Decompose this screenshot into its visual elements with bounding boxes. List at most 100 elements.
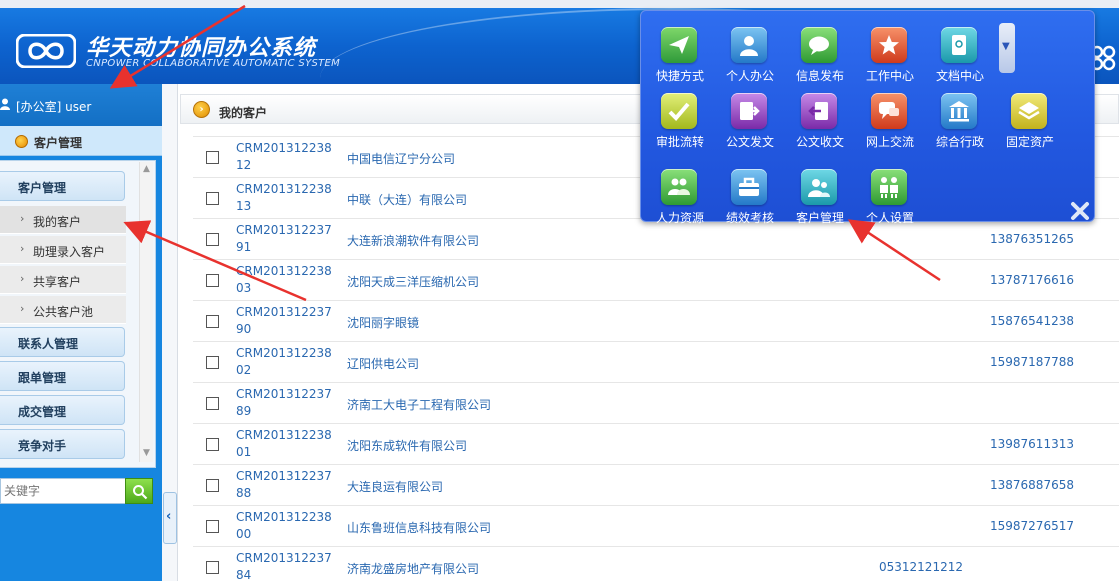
scroll-up-icon[interactable]: ▲ bbox=[143, 164, 150, 174]
crm-number[interactable]: CRM20131223812 bbox=[236, 140, 336, 174]
app-label: 个人设置 bbox=[865, 211, 914, 225]
phone-mobile: 15987276517 bbox=[990, 519, 1074, 533]
module-tab-customer[interactable]: 客户管理 bbox=[0, 126, 162, 156]
people-icon bbox=[661, 169, 697, 205]
app-doc-send[interactable]: 公文发文 bbox=[711, 93, 781, 159]
customer-name[interactable]: 沈阳天成三洋压缩机公司 bbox=[347, 273, 479, 290]
chevron-right-circle-icon: › bbox=[193, 101, 210, 118]
chevron-right-icon: › bbox=[20, 242, 25, 255]
menu-item-my-customers[interactable]: › 我的客户 bbox=[0, 206, 126, 234]
app-admin[interactable]: 综合行政 bbox=[921, 93, 991, 159]
customers-icon bbox=[801, 169, 837, 205]
menu-group-customer[interactable]: 客户管理 bbox=[0, 171, 125, 201]
app-fixed-assets[interactable]: 固定资产 bbox=[991, 93, 1061, 159]
launcher-scroll-button[interactable]: ▼ bbox=[999, 23, 1015, 73]
menu-item-public-pool[interactable]: › 公共客户池 bbox=[0, 296, 126, 324]
menu-group-label: 竞争对手 bbox=[18, 439, 67, 453]
app-personal-settings[interactable]: 个人设置 bbox=[851, 169, 921, 235]
crm-number[interactable]: CRM20131223803 bbox=[236, 263, 336, 297]
app-doc-receive[interactable]: 公文收文 bbox=[781, 93, 851, 159]
row-checkbox[interactable] bbox=[206, 479, 219, 492]
paper-plane-icon bbox=[661, 27, 697, 63]
app-personal-office[interactable]: 个人办公 bbox=[711, 27, 781, 93]
app-work-center[interactable]: 工作中心 bbox=[851, 27, 921, 93]
app-performance[interactable]: 绩效考核 bbox=[711, 169, 781, 235]
keyword-search-input[interactable] bbox=[1, 479, 121, 503]
crm-number[interactable]: CRM20131223802 bbox=[236, 345, 336, 379]
menu-item-label: 共享客户 bbox=[33, 275, 82, 289]
crm-number[interactable]: CRM20131223790 bbox=[236, 304, 336, 338]
search-button[interactable] bbox=[125, 478, 153, 504]
row-checkbox[interactable] bbox=[206, 315, 219, 328]
module-dot-icon bbox=[15, 135, 28, 148]
row-checkbox[interactable] bbox=[206, 192, 219, 205]
app-label: 工作中心 bbox=[865, 69, 914, 83]
app-label: 客户管理 bbox=[795, 211, 844, 225]
customer-name[interactable]: 济南工大电子工程有限公司 bbox=[347, 396, 491, 413]
app-customer-management[interactable]: 客户管理 bbox=[781, 169, 851, 235]
menu-group-deals[interactable]: 成交管理 bbox=[0, 395, 125, 425]
app-label: 公文收文 bbox=[795, 135, 844, 149]
header-top-strip bbox=[0, 0, 1119, 8]
document-icon bbox=[941, 27, 977, 63]
row-checkbox[interactable] bbox=[206, 561, 219, 574]
row-checkbox[interactable] bbox=[206, 356, 219, 369]
app-subtitle: CNPOWER COLLABORATIVE AUTOMATIC SYSTEM bbox=[86, 58, 341, 69]
menu-group-label: 联系人管理 bbox=[18, 337, 79, 351]
menu-group-competitors[interactable]: 竞争对手 bbox=[0, 429, 125, 459]
app-document-center[interactable]: 文档中心 bbox=[921, 27, 991, 93]
user-bar[interactable]: [办公室] user bbox=[0, 84, 162, 126]
app-label: 网上交流 bbox=[865, 135, 914, 149]
table-row: CRM20131223802 辽阳供电公司 15987187788 bbox=[193, 342, 1119, 383]
customer-name[interactable]: 中国电信辽宁分公司 bbox=[347, 150, 455, 167]
app-online-exchange[interactable]: 网上交流 bbox=[851, 93, 921, 159]
phone-mobile: 15876541238 bbox=[990, 314, 1074, 328]
row-checkbox[interactable] bbox=[206, 233, 219, 246]
customer-name[interactable]: 济南龙盛房地产有限公司 bbox=[347, 560, 479, 577]
row-checkbox[interactable] bbox=[206, 274, 219, 287]
settings-people-icon bbox=[871, 169, 907, 205]
menu-group-label: 客户管理 bbox=[18, 181, 67, 195]
chat-bubble-icon bbox=[801, 27, 837, 63]
menu-group-followup[interactable]: 跟单管理 bbox=[0, 361, 125, 391]
customer-name[interactable]: 辽阳供电公司 bbox=[347, 355, 419, 372]
person-icon bbox=[731, 27, 767, 63]
sidebar-scrollbar[interactable]: ▲ ▼ bbox=[139, 162, 153, 462]
sidebar: [办公室] user 客户管理 客户管理 › 我的客户 › 助理录入客户 › 共… bbox=[0, 84, 162, 581]
phone-mobile: 13876887658 bbox=[990, 478, 1074, 492]
crm-number[interactable]: CRM20131223784 bbox=[236, 550, 336, 581]
app-hr[interactable]: 人力资源 bbox=[641, 169, 711, 235]
customer-name[interactable]: 中联（大连）有限公司 bbox=[347, 191, 467, 208]
row-checkbox[interactable] bbox=[206, 438, 219, 451]
menu-item-assistant-entry[interactable]: › 助理录入客户 bbox=[0, 236, 126, 264]
crm-number[interactable]: CRM20131223800 bbox=[236, 509, 336, 543]
menu-group-contacts[interactable]: 联系人管理 bbox=[0, 327, 125, 357]
chevron-left-icon: ‹ bbox=[166, 509, 172, 524]
row-checkbox[interactable] bbox=[206, 397, 219, 410]
customer-name[interactable]: 沈阳东成软件有限公司 bbox=[347, 437, 467, 454]
menu-item-shared-customers[interactable]: › 共享客户 bbox=[0, 266, 126, 294]
app-approval-flow[interactable]: 审批流转 bbox=[641, 93, 711, 159]
phone-mobile: 13987611313 bbox=[990, 437, 1074, 451]
crm-number[interactable]: CRM20131223791 bbox=[236, 222, 336, 256]
close-icon[interactable] bbox=[1069, 201, 1091, 221]
crm-number[interactable]: CRM20131223813 bbox=[236, 181, 336, 215]
crm-number[interactable]: CRM20131223789 bbox=[236, 386, 336, 420]
row-checkbox[interactable] bbox=[206, 151, 219, 164]
customer-name[interactable]: 山东鲁班信息科技有限公司 bbox=[347, 519, 491, 536]
customer-name[interactable]: 大连新浪潮软件有限公司 bbox=[347, 232, 479, 249]
phone-mobile: 15987187788 bbox=[990, 355, 1074, 369]
crm-number[interactable]: CRM20131223788 bbox=[236, 468, 336, 502]
collapse-sidebar-button[interactable]: ‹ bbox=[163, 492, 177, 544]
menu-item-label: 公共客户池 bbox=[33, 305, 94, 319]
scroll-down-icon[interactable]: ▼ bbox=[143, 448, 150, 458]
app-quick-access[interactable]: 快捷方式 bbox=[641, 27, 711, 93]
chevron-down-icon: ▼ bbox=[1002, 41, 1010, 52]
row-checkbox[interactable] bbox=[206, 520, 219, 533]
customer-name[interactable]: 沈阳丽字眼镜 bbox=[347, 314, 419, 331]
crm-number[interactable]: CRM20131223801 bbox=[236, 427, 336, 461]
app-launcher-popup: 快捷方式 个人办公 信息发布 工作中心 文档中心 审批流转 公文发文 公文收文 … bbox=[640, 10, 1095, 225]
app-info-publish[interactable]: 信息发布 bbox=[781, 27, 851, 93]
phone-mobile: 13876351265 bbox=[990, 232, 1074, 246]
customer-name[interactable]: 大连良运有限公司 bbox=[347, 478, 443, 495]
